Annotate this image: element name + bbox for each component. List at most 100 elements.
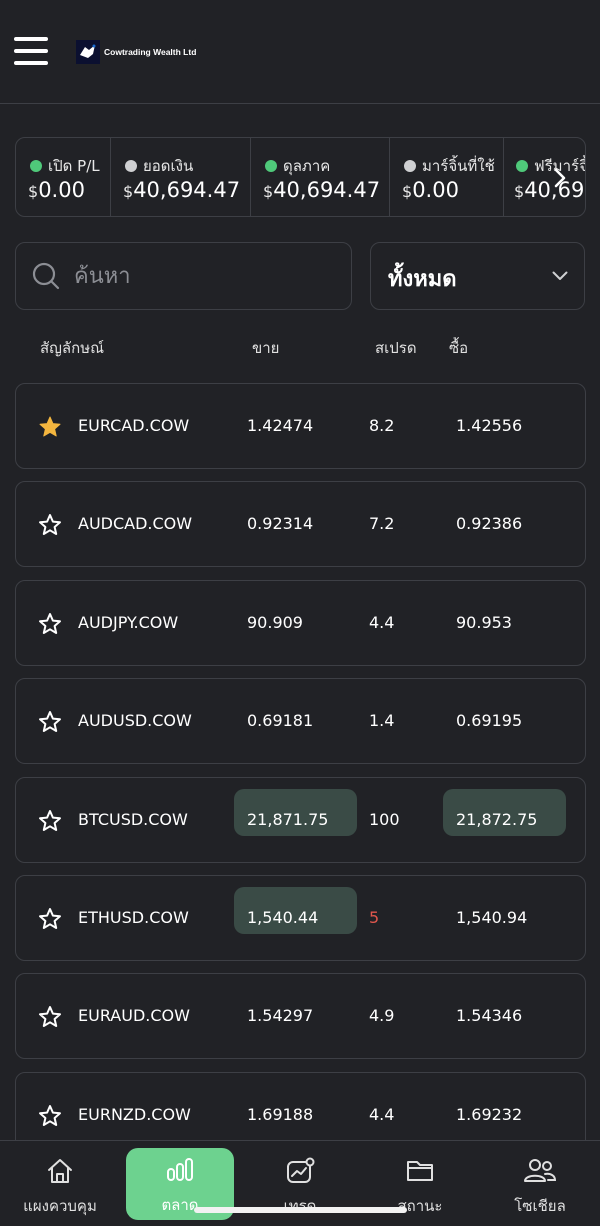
nav-social[interactable]: โซเชียล <box>480 1141 600 1226</box>
status-dot <box>265 160 277 172</box>
status-dot <box>404 160 416 172</box>
ask-price: 90.953 <box>456 612 512 632</box>
bid-price: 1.54297 <box>247 1006 314 1026</box>
bid-price: 1,540.44 <box>247 908 319 927</box>
star-filled-icon[interactable] <box>38 415 62 439</box>
nav-label: แผงควบคุม <box>23 1197 97 1215</box>
symbol-name: BTCUSD.COW <box>78 809 188 829</box>
nav-label: โซเชียล <box>514 1197 566 1215</box>
account-summary-bar: เปิด P/L $0.00 ยอดเงิน $40,694.47 ดุลภาค… <box>15 137 586 217</box>
symbol-name: EURCAD.COW <box>78 416 190 435</box>
people-icon <box>524 1159 557 1182</box>
stat-free-margin[interactable]: ฟรีมาร์จิ้น $40,694.47 <box>504 138 585 216</box>
stat-equity[interactable]: ดุลภาค $40,694.47 <box>251 138 390 216</box>
symbol-name: EURAUD.COW <box>78 1006 190 1026</box>
column-header-bid: ขาย <box>252 339 280 357</box>
stat-value: 40,694.47 <box>133 178 241 202</box>
status-dot <box>516 160 528 172</box>
spread-value: 1.4 <box>369 711 395 731</box>
bid-price: 1.42474 <box>247 416 314 435</box>
home-indicator <box>194 1207 407 1213</box>
ask-price: 21,872.75 <box>456 809 538 829</box>
symbol-name: AUDJPY.COW <box>78 612 179 632</box>
star-outline-icon[interactable] <box>38 907 62 931</box>
brand-logo: Cowtrading Wealth Ltd <box>76 40 196 64</box>
currency-symbol: $ <box>514 182 525 201</box>
stat-balance[interactable]: ยอดเงิน $40,694.47 <box>111 138 251 216</box>
trade-chart-icon <box>287 1157 315 1183</box>
stat-label: ดุลภาค <box>283 157 331 175</box>
spread-value: 7.2 <box>369 514 395 534</box>
ask-price: 1,540.94 <box>456 908 528 927</box>
symbol-row[interactable]: BTCUSD.COW 21,871.75 100 21,872.75 <box>15 776 586 863</box>
nav-label: สถานะ <box>397 1197 443 1215</box>
ask-price: 0.69195 <box>456 711 523 731</box>
star-outline-icon[interactable] <box>38 513 62 537</box>
spread-value: 8.2 <box>369 416 395 435</box>
bid-price: 90.909 <box>247 612 303 632</box>
spread-value: 4.4 <box>369 1104 395 1124</box>
star-outline-icon[interactable] <box>38 710 62 734</box>
nav-label: เทรด <box>283 1197 317 1215</box>
currency-symbol: $ <box>123 182 134 201</box>
spread-value: 4.9 <box>369 1006 395 1026</box>
symbol-row[interactable]: ETHUSD.COW 1,540.44 5 1,540.94 <box>15 875 586 961</box>
stat-label: ยอดเงิน <box>143 157 194 175</box>
column-header-spread: สเปรด <box>375 339 417 357</box>
status-dot <box>125 160 137 172</box>
stat-label: มาร์จิ้นที่ใช้ <box>422 157 495 175</box>
symbol-name: EURNZD.COW <box>78 1104 191 1124</box>
star-outline-icon[interactable] <box>38 1005 62 1029</box>
status-dot <box>30 160 42 172</box>
filter-value: ทั้งหมด <box>388 267 457 292</box>
hamburger-menu-icon[interactable] <box>14 37 48 65</box>
symbol-row[interactable]: AUDJPY.COW 90.909 4.4 90.953 <box>15 579 586 666</box>
spread-value: 100 <box>369 809 400 829</box>
symbol-row[interactable]: EURAUD.COW 1.54297 4.9 1.54346 <box>15 973 586 1060</box>
star-outline-icon[interactable] <box>38 1104 62 1128</box>
ask-price: 1.54346 <box>456 1006 523 1026</box>
symbol-name: AUDUSD.COW <box>78 711 192 731</box>
nav-dashboard[interactable]: แผงควบคุม <box>0 1141 120 1226</box>
home-icon <box>48 1159 72 1183</box>
stat-open-pl[interactable]: เปิด P/L $0.00 <box>16 138 111 216</box>
chevron-down-icon <box>552 271 568 280</box>
stat-value: 40,694.47 <box>273 178 381 202</box>
category-filter-select[interactable]: ทั้งหมด <box>370 242 585 310</box>
chevron-right-icon[interactable] <box>548 163 572 193</box>
symbol-row[interactable]: AUDCAD.COW 0.92314 7.2 0.92386 <box>15 481 586 568</box>
spread-value: 4.4 <box>369 612 395 632</box>
stat-used-margin[interactable]: มาร์จิ้นที่ใช้ $0.00 <box>390 138 504 216</box>
bottom-navigation: แผงควบคุม ตลาด เทรด สถานะ โซเชียล <box>0 1140 600 1226</box>
currency-symbol: $ <box>402 182 413 201</box>
stat-label: เปิด P/L <box>48 157 100 175</box>
symbol-name: ETHUSD.COW <box>78 908 189 927</box>
ask-price: 0.92386 <box>456 514 523 534</box>
currency-symbol: $ <box>28 182 39 201</box>
bid-price: 1.69188 <box>247 1104 314 1124</box>
stat-value: 0.00 <box>38 178 85 202</box>
stat-value: 0.00 <box>412 178 459 202</box>
folder-icon <box>407 1161 433 1181</box>
symbol-row[interactable]: EURCAD.COW 1.42474 8.2 1.42556 <box>15 383 586 469</box>
search-box[interactable] <box>15 242 352 310</box>
market-bars-icon <box>167 1158 193 1181</box>
star-outline-icon[interactable] <box>38 612 62 636</box>
search-input[interactable] <box>74 263 314 289</box>
brand-name: Cowtrading Wealth Ltd <box>104 47 197 57</box>
nav-status[interactable]: สถานะ <box>360 1141 480 1226</box>
bid-price: 21,871.75 <box>247 809 329 829</box>
symbol-name: AUDCAD.COW <box>78 514 193 534</box>
nav-label: ตลาด <box>161 1196 199 1214</box>
currency-symbol: $ <box>263 182 274 201</box>
bid-price: 0.92314 <box>247 514 314 534</box>
app-header: Cowtrading Wealth Ltd <box>0 0 600 104</box>
ask-price: 1.42556 <box>456 416 523 435</box>
symbol-row[interactable]: AUDUSD.COW 0.69181 1.4 0.69195 <box>15 678 586 765</box>
brand-mark-icon <box>76 40 100 64</box>
column-header-symbol: สัญลักษณ์ <box>40 339 105 357</box>
nav-trade[interactable]: เทรด <box>240 1141 360 1226</box>
search-icon <box>32 262 60 290</box>
spread-value: 5 <box>369 908 380 927</box>
star-outline-icon[interactable] <box>38 809 62 833</box>
